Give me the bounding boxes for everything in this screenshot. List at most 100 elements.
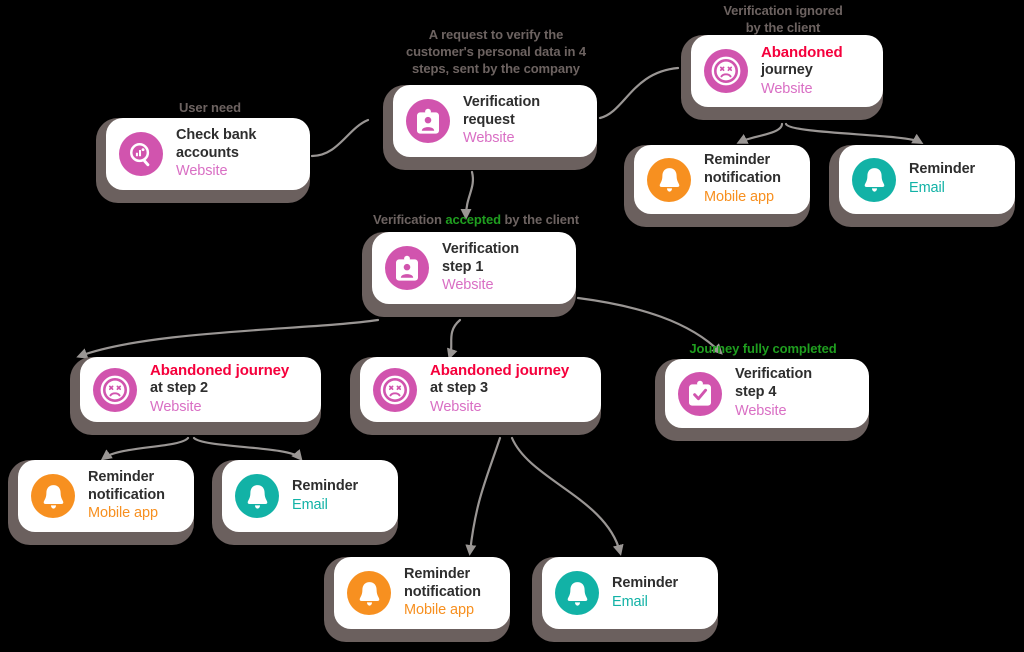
node-card[interactable]: Reminder Email <box>222 460 398 532</box>
node-title: Reminder <box>292 477 359 494</box>
annotation-line: by the client <box>745 20 821 36</box>
abandoned-journey-step-3-node[interactable]: Abandoned journey at step 3 Website <box>350 357 601 435</box>
node-channel: Website <box>761 80 813 97</box>
node-title: Abandoned journey <box>430 362 570 380</box>
abandoned-journey-node[interactable]: Abandoned journey Website <box>681 35 883 120</box>
node-title: Reminder <box>612 574 679 591</box>
reminder-email-node[interactable]: Reminder Email <box>829 145 1015 227</box>
node-subtitle: notification <box>704 170 781 187</box>
verification-step-4-node[interactable]: Verification step 4 Website <box>655 359 869 441</box>
reminder-email-node[interactable]: Reminder Email <box>212 460 398 545</box>
node-subtitle: request <box>463 111 515 128</box>
bell-icon <box>347 571 391 615</box>
connector-step2-to-email <box>192 436 303 462</box>
node-channel: Email <box>612 593 648 610</box>
node-channel: Website <box>150 399 202 416</box>
node-channel: Email <box>909 180 945 196</box>
node-subtitle: at step 2 <box>150 380 208 397</box>
connector-step1-to-step2 <box>76 318 380 359</box>
clipboard-check-icon <box>678 371 722 416</box>
node-channel: Mobile app <box>704 188 774 205</box>
sad-face-icon <box>704 49 748 93</box>
connector-step3-to-notif <box>465 436 502 556</box>
node-text: Abandoned journey at step 2 Website <box>150 362 289 417</box>
connector-abandoned-to-email <box>784 122 924 144</box>
reminder-notification-node[interactable]: Reminder notification Mobile app <box>324 557 510 642</box>
node-channel: Website <box>176 163 228 180</box>
connector-abandoned-to-notif <box>736 122 784 144</box>
node-title: Reminder <box>88 468 155 485</box>
annotation-line: steps, sent by the company <box>412 61 580 77</box>
abandoned-journey-step-2-node[interactable]: Abandoned journey at step 2 Website <box>70 357 321 435</box>
node-title: Abandoned <box>761 43 843 61</box>
bell-icon <box>555 571 599 615</box>
check-bank-accounts-node[interactable]: Check bank accounts Website <box>96 118 310 203</box>
annotation-text: User need <box>179 100 241 115</box>
journey-diagram-canvas: Check bank accounts Website Verification… <box>0 0 1024 652</box>
node-text: Reminder notification Mobile app <box>404 566 481 620</box>
node-card[interactable]: Verification request Website <box>393 85 597 157</box>
node-text: Reminder Email <box>292 478 358 514</box>
node-text: Reminder Email <box>909 161 975 197</box>
annotation-line: A request to verify the <box>428 27 564 42</box>
node-card[interactable]: Reminder Email <box>542 557 718 629</box>
connector-bank-to-request <box>310 118 370 158</box>
node-text: Reminder notification Mobile app <box>88 469 165 523</box>
node-text: Abandoned journey at step 3 Website <box>430 362 569 417</box>
annotation-verification-ignored: Verification ignored by the client <box>690 2 876 36</box>
node-card[interactable]: Abandoned journey at step 3 Website <box>360 357 601 422</box>
node-card[interactable]: Verification step 4 Website <box>665 359 869 428</box>
node-card[interactable]: Reminder notification Mobile app <box>634 145 810 214</box>
node-title: Check bank <box>176 126 257 143</box>
node-card[interactable]: Abandoned journey Website <box>691 35 883 107</box>
node-card[interactable]: Verification step 1 Website <box>372 232 576 304</box>
node-text: Reminder notification Mobile app <box>704 152 781 206</box>
node-card[interactable]: Abandoned journey at step 2 Website <box>80 357 321 422</box>
sad-face-icon <box>93 367 137 412</box>
annotation-user-need: User need <box>155 99 265 116</box>
annotation-verification-accepted: Verification accepted by the client <box>352 211 600 228</box>
node-channel: Website <box>735 402 787 419</box>
node-channel: Website <box>442 277 494 294</box>
reminder-notification-node[interactable]: Reminder notification Mobile app <box>8 460 194 545</box>
node-subtitle: journey <box>761 61 813 78</box>
node-title: Verification <box>735 366 812 383</box>
connector-request-to-step1 <box>460 170 474 220</box>
magnifier-chart-icon <box>119 132 163 176</box>
node-channel: Website <box>463 130 515 147</box>
node-title: Abandoned journey <box>150 362 290 380</box>
node-subtitle: at step 3 <box>430 380 488 397</box>
node-title: Reminder <box>909 161 976 178</box>
node-title: Reminder <box>704 152 771 169</box>
id-badge-icon <box>385 246 429 290</box>
node-subtitle: step 1 <box>442 258 484 275</box>
connector-step2-to-notif <box>100 436 190 461</box>
node-title: Verification <box>463 93 540 110</box>
node-subtitle: notification <box>88 486 165 503</box>
node-channel: Mobile app <box>404 602 474 619</box>
bell-icon <box>647 157 691 202</box>
node-card[interactable]: Check bank accounts Website <box>106 118 310 190</box>
bell-icon <box>235 474 279 518</box>
node-card[interactable]: Reminder Email <box>839 145 1015 214</box>
id-badge-icon <box>406 99 450 143</box>
node-subtitle: accounts <box>176 144 239 161</box>
annotation-request-sent: A request to verify the customer's person… <box>388 26 604 77</box>
node-channel: Mobile app <box>88 505 158 522</box>
node-card[interactable]: Reminder notification Mobile app <box>334 557 510 629</box>
node-card[interactable]: Reminder notification Mobile app <box>18 460 194 532</box>
annotation-journey-completed: Journey fully completed <box>660 340 866 357</box>
bell-icon <box>852 157 896 202</box>
node-text: Reminder Email <box>612 575 678 611</box>
annotation-line: customer's personal data in 4 <box>405 44 587 60</box>
verification-step-1-node[interactable]: Verification step 1 Website <box>362 232 576 317</box>
node-title: Verification <box>442 240 519 257</box>
reminder-notification-node[interactable]: Reminder notification Mobile app <box>624 145 810 227</box>
node-text: Verification step 4 Website <box>735 366 812 420</box>
node-channel: Email <box>292 496 328 513</box>
node-subtitle: notification <box>404 583 481 600</box>
connector-request-to-abandoned <box>598 66 680 120</box>
reminder-email-node[interactable]: Reminder Email <box>532 557 718 642</box>
verification-request-node[interactable]: Verification request Website <box>383 85 597 170</box>
bell-icon <box>31 474 75 518</box>
